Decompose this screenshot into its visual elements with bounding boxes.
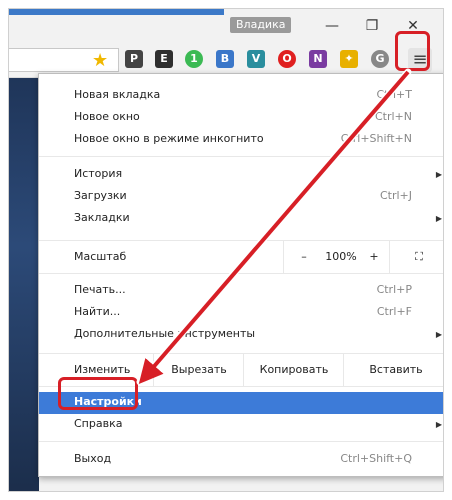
maximize-button[interactable]: ❐ xyxy=(358,15,386,37)
menu-item-label: Загрузки xyxy=(74,189,127,202)
pocket-icon[interactable]: P xyxy=(125,50,143,68)
vpn-shield-icon[interactable]: V xyxy=(247,50,265,68)
menu-item-label: Новое окно в режиме инкогнито xyxy=(74,132,264,145)
menu-item-print[interactable]: Печать... Ctrl+P xyxy=(39,280,443,302)
zoom-label: Масштаб xyxy=(74,250,127,263)
active-tab-edge[interactable] xyxy=(9,9,224,15)
browser-window: Владика — ❐ ✕ ★ P E 1 B V O N ✦ G ≡ Нова… xyxy=(8,8,444,492)
evernote-icon[interactable]: E xyxy=(155,50,173,68)
menu-item-label: Новое окно xyxy=(74,110,140,123)
cut-button[interactable]: Вырезать xyxy=(153,354,244,386)
opera-icon[interactable]: O xyxy=(278,50,296,68)
onenote-icon[interactable]: N xyxy=(309,50,327,68)
menu-item-label: Печать... xyxy=(74,283,126,296)
paste-button[interactable]: Вставить xyxy=(343,354,443,386)
menu-item-shortcut: Ctrl+F xyxy=(376,305,412,318)
menu-separator xyxy=(39,441,443,442)
zoom-out-button[interactable]: – xyxy=(283,241,324,273)
zoom-row: Масштаб – 100% + ⛶ xyxy=(39,240,443,274)
menu-item-bookmarks[interactable]: Закладки ▶ xyxy=(39,208,443,230)
zoom-level: 100% xyxy=(325,250,357,263)
menu-item-shortcut: Ctrl+N xyxy=(374,110,412,123)
menu-item-label: Найти... xyxy=(74,305,121,318)
apps-icon[interactable]: ✦ xyxy=(340,50,358,68)
submenu-arrow-icon: ▶ xyxy=(435,330,442,339)
menu-item-find[interactable]: Найти... Ctrl+F xyxy=(39,302,443,324)
address-bar[interactable]: ★ xyxy=(9,48,119,72)
menu-item-label: История xyxy=(74,167,123,180)
copy-button[interactable]: Копировать xyxy=(243,354,344,386)
menu-item-new-window[interactable]: Новое окно Ctrl+N xyxy=(39,107,443,129)
profile-button[interactable]: Владика xyxy=(230,17,292,33)
submenu-arrow-icon: ▶ xyxy=(435,420,442,429)
menu-item-shortcut: Ctrl+Shift+Q xyxy=(340,452,412,465)
title-bar: Владика — ❐ ✕ xyxy=(9,9,443,43)
menu-item-help[interactable]: Справка ▶ xyxy=(39,414,443,436)
menu-item-incognito[interactable]: Новое окно в режиме инкогнито Ctrl+Shift… xyxy=(39,129,443,151)
submenu-arrow-icon: ▶ xyxy=(435,214,442,223)
menu-item-label: Справка xyxy=(74,417,123,430)
page-background xyxy=(9,78,39,491)
fullscreen-icon[interactable]: ⛶ xyxy=(389,241,443,273)
ublock-icon[interactable]: 1 xyxy=(185,50,203,68)
menu-button-highlight xyxy=(395,31,430,71)
menu-item-shortcut: Ctrl+J xyxy=(379,189,412,202)
menu-item-more-tools[interactable]: Дополнительные инструменты ▶ xyxy=(39,324,443,346)
menu-item-shortcut: Ctrl+T xyxy=(376,88,412,101)
menu-item-label: Закладки xyxy=(74,211,130,224)
menu-separator xyxy=(39,156,443,157)
menu-item-label: Новая вкладка xyxy=(74,88,161,101)
menu-item-shortcut: Ctrl+Shift+N xyxy=(340,132,412,145)
star-icon[interactable]: ★ xyxy=(92,52,108,70)
minimize-button[interactable]: — xyxy=(318,15,346,37)
menu-item-label: Дополнительные инструменты xyxy=(74,327,256,340)
zoom-in-button[interactable]: + xyxy=(359,241,389,273)
settings-highlight xyxy=(58,377,138,410)
menu-item-shortcut: Ctrl+P xyxy=(376,283,412,296)
edit-label: Изменить xyxy=(74,363,131,376)
chrome-main-menu: Новая вкладка Ctrl+T Новое окно Ctrl+N Н… xyxy=(38,73,443,477)
menu-item-label: Выход xyxy=(74,452,112,465)
briefcase-icon[interactable]: B xyxy=(216,50,234,68)
menu-item-new-tab[interactable]: Новая вкладка Ctrl+T xyxy=(39,85,443,107)
menu-item-history[interactable]: История ▶ xyxy=(39,164,443,186)
ghost-icon[interactable]: G xyxy=(371,50,389,68)
menu-item-exit[interactable]: Выход Ctrl+Shift+Q xyxy=(39,449,443,471)
submenu-arrow-icon: ▶ xyxy=(435,170,442,179)
menu-item-downloads[interactable]: Загрузки Ctrl+J xyxy=(39,186,443,208)
